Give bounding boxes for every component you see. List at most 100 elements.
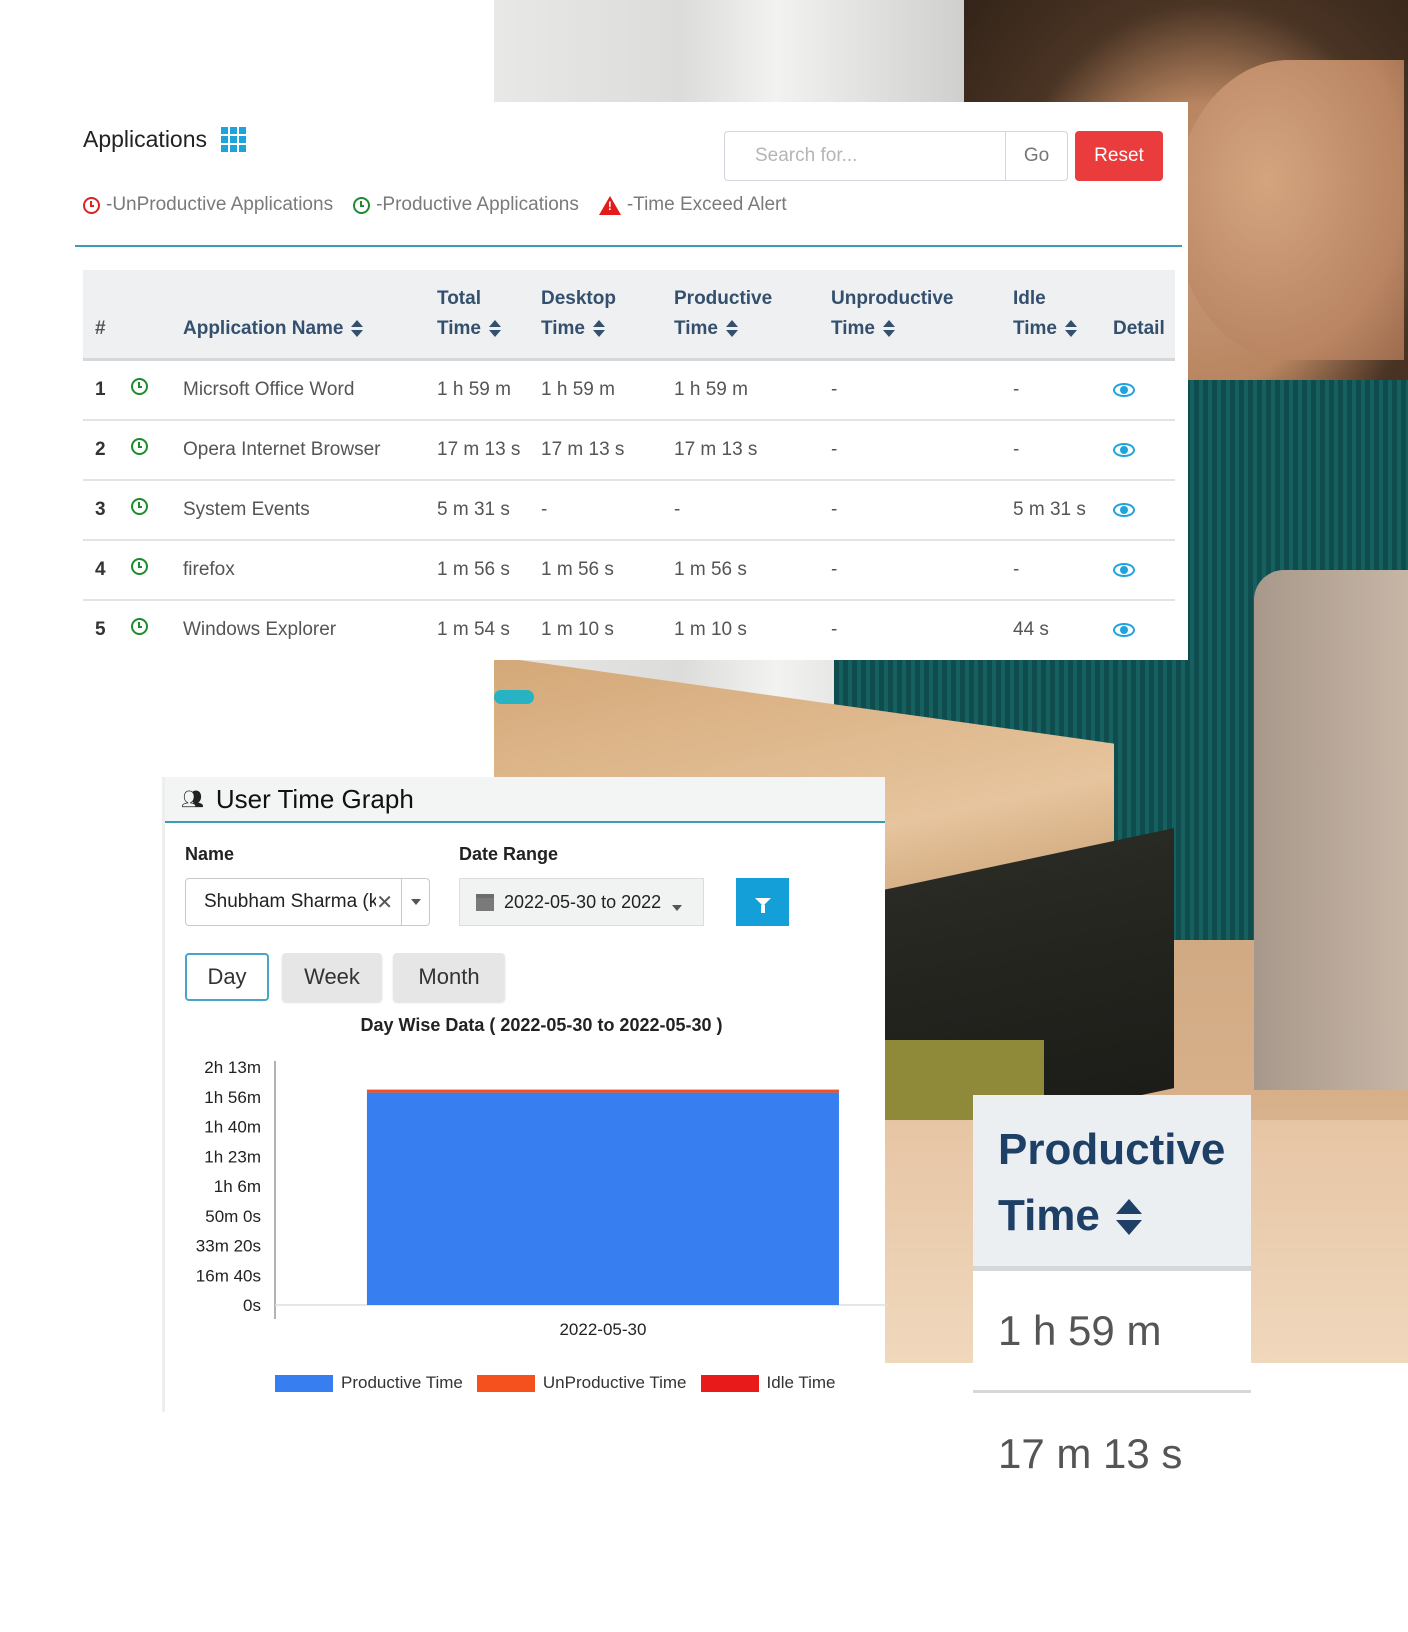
y-tick-label: 1h 40m [204,1118,261,1137]
date-range-label: Date Range [459,844,559,864]
sort-icon[interactable] [726,319,739,338]
legend-label: -Productive Applications [376,194,579,215]
page-title: Applications [83,126,208,152]
table-row: 1 Micrsoft Office Word 1 h 59 m 1 h 59 m… [83,359,1175,421]
legend-swatch [275,1374,333,1392]
y-tick-label: 16m 40s [196,1266,261,1285]
legend-productive: -Productive Applications [353,194,579,216]
grid-icon[interactable] [221,126,247,153]
legend-unproductive-time[interactable]: UnProductive Time [476,1373,687,1393]
sort-icon [1115,1199,1142,1237]
date-range-value: 2022-05-30 to 2022 [504,891,662,912]
total-time: 17 m 13 s [437,420,541,481]
legend-label: Idle Time [766,1373,836,1392]
status-cell [131,480,183,541]
y-tick-label: 33m 20s [196,1237,261,1256]
idle-time: - [1013,359,1113,421]
detail-cell [1113,600,1175,659]
detail-cell [1113,420,1175,481]
col-header-total-time[interactable]: Total Time [437,270,541,361]
eye-icon[interactable] [1113,622,1135,637]
sort-icon[interactable] [1065,319,1078,338]
reset-button[interactable]: Reset [1075,131,1163,181]
applications-table: # Application Name Total Time Desktop Time… [83,270,1175,659]
bar-unproductive-time [366,1089,839,1093]
name-select[interactable]: Shubham Sharma (k ✕ [185,878,430,926]
callout-row: 17 m 13 s [998,1430,1183,1477]
productive-time: - [674,480,831,541]
tab-day[interactable]: Day [185,953,269,1001]
applications-header: Applications [83,126,247,153]
total-time: 1 m 54 s [437,619,510,640]
eye-icon[interactable] [1113,382,1135,397]
divider [75,245,1182,247]
go-button[interactable]: Go [1005,131,1068,181]
productive-clock-icon [131,618,148,635]
unproductive-time: - [831,359,1013,421]
table-row: 4 firefox 1 m 56 s 1 m 56 s 1 m 56 s - - [83,540,1175,601]
legend-productive-time[interactable]: Productive Time [275,1373,463,1393]
desktop-time: 1 m 56 s [541,540,674,601]
chart-title: Day Wise Data ( 2022-05-30 to 2022-05-30… [360,1015,723,1035]
x-tick-label: 2022-05-30 [559,1320,646,1339]
sort-icon[interactable] [489,319,502,338]
row-number: 2 [83,420,131,481]
col-header-application-name[interactable]: Application Name [183,270,437,361]
table-row: 3 System Events 5 m 31 s - - - 5 m 31 s [83,480,1175,541]
photo-face [1174,60,1404,360]
productive-time: 1 h 59 m [674,359,831,421]
col-header-unproductive-time[interactable]: Unproductive Time [831,270,1013,361]
users-icon: 👥︎ [181,788,204,809]
productive-clock-icon [131,438,148,455]
filter-button[interactable] [736,878,789,926]
tab-week[interactable]: Week [282,953,382,1001]
sort-icon[interactable] [883,319,896,338]
sort-icon[interactable] [593,319,606,338]
desktop-time: 1 h 59 m [541,359,674,421]
dropdown-toggle[interactable] [401,879,429,925]
productive-clock-icon [131,378,148,395]
row-number: 4 [83,540,131,601]
zoom-callout: Productive Time 1 h 59 m 17 m 13 s [973,1095,1251,1515]
application-name: Windows Explorer [183,619,337,640]
col-header-idle-time[interactable]: Idle Time [1013,270,1113,361]
idle-time: 44 s [1013,619,1049,640]
unproductive-time: - [831,540,1013,601]
legend-swatch [700,1374,759,1392]
warning-icon [598,195,621,215]
legend-label: -Time Exceed Alert [626,194,787,215]
search-group: Go Reset [724,131,1163,181]
callout-header-line2: Time [998,1191,1100,1240]
col-header-desktop-time[interactable]: Desktop Time [541,270,674,361]
sort-icon[interactable] [351,319,364,338]
panel-title: User Time Graph [215,783,414,814]
clear-icon[interactable]: ✕ [376,890,401,915]
row-number: 5 [95,619,106,640]
col-header-productive-time[interactable]: Productive Time [674,270,831,361]
productive-time: 17 m 13 s [674,420,831,481]
photo-laptop [1254,570,1408,1090]
table-header-row: # Application Name Total Time Desktop Time… [83,270,1175,361]
legend-label: Productive Time [341,1373,463,1392]
y-tick-label: 50m 0s [205,1207,261,1226]
eye-icon[interactable] [1113,442,1135,457]
eye-icon[interactable] [1113,562,1135,577]
detail-cell [1113,480,1175,541]
idle-time: 5 m 31 s [1013,480,1113,541]
y-tick-label: 1h 6m [214,1177,261,1196]
unproductive-time: - [831,480,1013,541]
chevron-down-icon [672,905,682,911]
eye-icon[interactable] [1113,502,1135,517]
applications-panel: Applications Go Reset -UnProductive Appl… [0,102,1188,660]
time-chart: 0s 16m 40s 33m 20s 50m 0s 1h 6m 1h 23m 1h 40m 1… [196,1058,888,1339]
chevron-down-icon [410,899,421,905]
legend-label: UnProductive Time [542,1373,687,1392]
tab-month[interactable]: Month [393,953,505,1001]
panel-header: 👥︎ User Time Graph [165,777,885,823]
legend-idle-time[interactable]: Idle Time [700,1373,836,1393]
search-input[interactable] [724,131,1005,181]
status-legend: -UnProductive Applications -Productive A… [83,194,787,216]
clock-icon [83,196,100,214]
application-name: Micrsoft Office Word [183,359,437,421]
date-range-picker[interactable]: 2022-05-30 to 2022 [459,878,704,926]
